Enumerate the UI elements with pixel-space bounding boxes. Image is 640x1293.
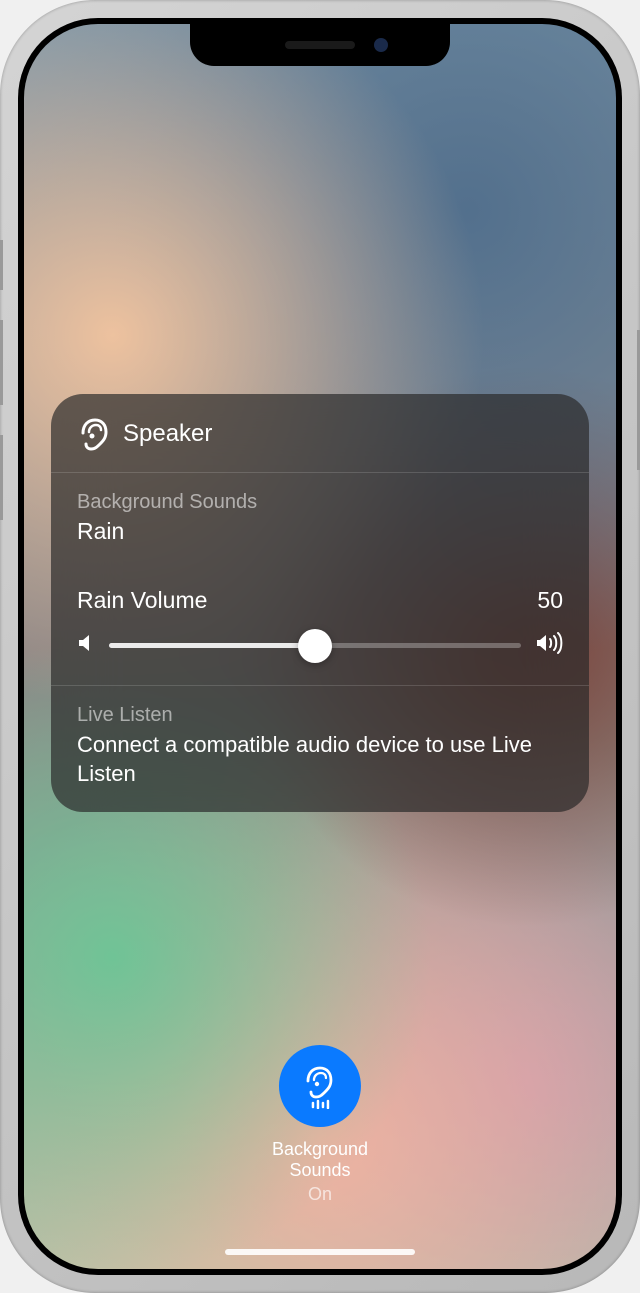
control-title-line1: Background bbox=[272, 1139, 368, 1161]
speaker-high-icon bbox=[535, 632, 563, 659]
device-bezel: Speaker Background Sounds Rain Rain Volu… bbox=[18, 18, 622, 1275]
volume-value: 50 bbox=[537, 587, 563, 614]
volume-slider-thumb[interactable] bbox=[298, 629, 332, 663]
background-sounds-row[interactable]: Background Sounds Rain bbox=[51, 473, 589, 567]
device-frame: Speaker Background Sounds Rain Rain Volu… bbox=[0, 0, 640, 1293]
ear-icon bbox=[77, 416, 109, 452]
live-listen-label: Live Listen bbox=[77, 704, 563, 727]
live-listen-message: Connect a compatible audio device to use… bbox=[77, 731, 563, 788]
notch bbox=[190, 24, 450, 66]
volume-label: Rain Volume bbox=[77, 587, 207, 614]
control-status: On bbox=[308, 1184, 332, 1205]
panel-title: Speaker bbox=[123, 420, 212, 448]
panel-header[interactable]: Speaker bbox=[51, 394, 589, 472]
home-indicator[interactable] bbox=[225, 1249, 415, 1255]
screen: Speaker Background Sounds Rain Rain Volu… bbox=[24, 24, 616, 1269]
volume-slider[interactable] bbox=[109, 643, 521, 648]
speaker-low-icon bbox=[77, 633, 95, 658]
hearing-panel: Speaker Background Sounds Rain Rain Volu… bbox=[51, 394, 589, 812]
background-sounds-toggle-button[interactable] bbox=[279, 1045, 361, 1127]
background-sounds-label: Background Sounds bbox=[77, 491, 563, 514]
background-sounds-value: Rain bbox=[77, 518, 563, 545]
live-listen-row[interactable]: Live Listen Connect a compatible audio d… bbox=[51, 686, 589, 812]
volume-slider-fill bbox=[109, 643, 315, 648]
control-title-line2: Sounds bbox=[289, 1160, 350, 1182]
volume-section: Rain Volume 50 bbox=[51, 567, 589, 685]
background-sounds-control: Background Sounds On bbox=[272, 1045, 368, 1205]
